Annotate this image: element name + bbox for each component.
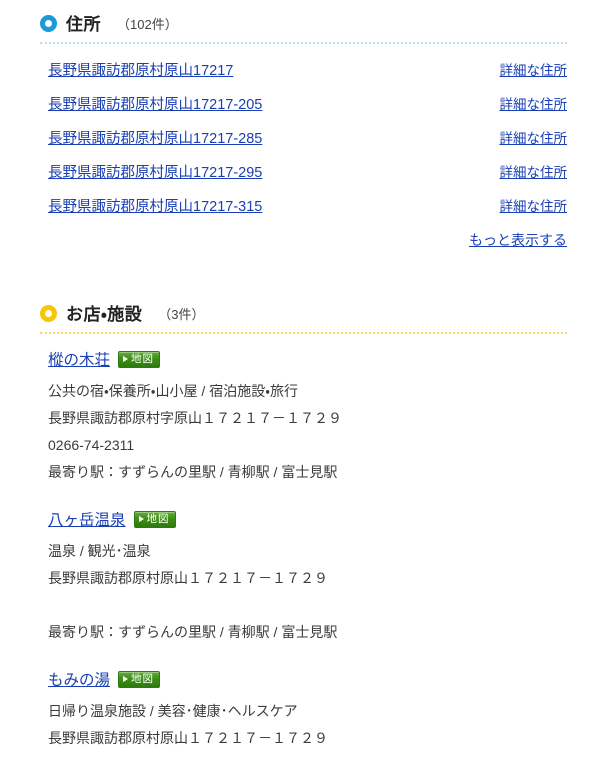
address-detail-link[interactable]: 詳細な住所	[500, 59, 568, 79]
address-row: 長野県諏訪郡原村原山17217-315 詳細な住所	[40, 188, 567, 222]
address-row: 長野県諏訪郡原村原山17217-295 詳細な住所	[40, 154, 567, 188]
address-detail-link[interactable]: 詳細な住所	[500, 161, 568, 181]
address-detail-link[interactable]: 詳細な住所	[500, 195, 568, 215]
facility-category: 公共の宿・保養所・山小屋 / 宿泊施設・旅行	[48, 383, 298, 399]
address-link[interactable]: 長野県諏訪郡原村原山17217-205	[48, 93, 262, 114]
blue-ring-icon	[40, 15, 57, 32]
address-list: 長野県諏訪郡原村原山17217 詳細な住所 長野県諏訪郡原村原山17217-20…	[40, 52, 567, 252]
map-button[interactable]: 地図	[118, 350, 161, 368]
address-section-title: 住所	[66, 15, 101, 34]
address-section-header: 住所 （102件）	[40, 10, 567, 44]
facility-name-link[interactable]: 八ヶ岳温泉	[48, 508, 126, 530]
facility-section: お店・施設 （3件） 樅の木荘 地図 公共の宿・保養所・山小屋 / 宿泊施設・旅…	[40, 300, 567, 752]
address-detail-link[interactable]: 詳細な住所	[500, 127, 568, 147]
facility-category: 温泉 / 観光･温泉	[48, 543, 151, 559]
facility-header: もみの湯 地図	[48, 668, 567, 690]
facility-header: 八ヶ岳温泉 地図	[48, 508, 567, 530]
map-button-label: 地図	[146, 512, 170, 525]
play-triangle-icon	[123, 356, 129, 362]
facility-stations: 最寄り駅：すずらんの里駅 / 青柳駅 / 富士見駅	[48, 464, 338, 480]
facility-section-header: お店・施設 （3件）	[40, 300, 567, 334]
facility-phone	[48, 592, 567, 619]
address-link[interactable]: 長野県諏訪郡原村原山17217-295	[48, 161, 262, 182]
results-page: 住所 （102件） 長野県諏訪郡原村原山17217 詳細な住所 長野県諏訪郡原村…	[0, 10, 607, 752]
address-section: 住所 （102件） 長野県諏訪郡原村原山17217 詳細な住所 長野県諏訪郡原村…	[40, 10, 567, 252]
address-row: 長野県諏訪郡原村原山17217-285 詳細な住所	[40, 120, 567, 154]
address-row: 長野県諏訪郡原村原山17217 詳細な住所	[40, 52, 567, 86]
gold-ring-icon	[40, 305, 57, 322]
map-button[interactable]: 地図	[118, 670, 161, 688]
address-section-count: （102件）	[117, 17, 178, 32]
facility-phone: 0266-74-2311	[48, 437, 135, 453]
facility-list: 樅の木荘 地図 公共の宿・保養所・山小屋 / 宿泊施設・旅行 長野県諏訪郡原村字…	[40, 348, 567, 752]
facility-address: 長野県諏訪郡原村原山１７２１７－１７２９	[48, 570, 328, 586]
play-triangle-icon	[138, 516, 144, 522]
facility-name-link[interactable]: もみの湯	[48, 668, 110, 690]
map-button[interactable]: 地図	[133, 510, 176, 528]
map-button-label: 地図	[131, 672, 155, 685]
facility-stations: 最寄り駅：すずらんの里駅 / 青柳駅 / 富士見駅	[48, 624, 338, 640]
show-more-link[interactable]: もっと表示する	[469, 230, 567, 250]
facility-section-title: お店・施設	[66, 305, 143, 324]
address-detail-link[interactable]: 詳細な住所	[500, 93, 568, 113]
address-link[interactable]: 長野県諏訪郡原村原山17217-285	[48, 127, 262, 148]
facility-item: 八ヶ岳温泉 地図 温泉 / 観光･温泉 長野県諏訪郡原村原山１７２１７－１７２９…	[40, 508, 567, 646]
address-link[interactable]: 長野県諏訪郡原村原山17217-315	[48, 195, 262, 216]
play-triangle-icon	[123, 676, 129, 682]
facility-name-link[interactable]: 樅の木荘	[48, 348, 110, 370]
facility-item: もみの湯 地図 日帰り温泉施設 / 美容･健康･ヘルスケア 長野県諏訪郡原村原山…	[40, 668, 567, 752]
facility-header: 樅の木荘 地図	[48, 348, 567, 370]
address-row: 長野県諏訪郡原村原山17217-205 詳細な住所	[40, 86, 567, 120]
facility-item: 樅の木荘 地図 公共の宿・保養所・山小屋 / 宿泊施設・旅行 長野県諏訪郡原村字…	[40, 348, 567, 486]
map-button-label: 地図	[131, 352, 155, 365]
address-link[interactable]: 長野県諏訪郡原村原山17217	[48, 59, 233, 80]
facility-address: 長野県諏訪郡原村字原山１７２１７－１７２９	[48, 410, 342, 426]
show-more-row: もっと表示する	[40, 222, 567, 252]
facility-address: 長野県諏訪郡原村原山１７２１７－１７２９	[48, 730, 328, 746]
facility-section-count: （3件）	[158, 307, 205, 322]
facility-category: 日帰り温泉施設 / 美容･健康･ヘルスケア	[48, 703, 298, 719]
